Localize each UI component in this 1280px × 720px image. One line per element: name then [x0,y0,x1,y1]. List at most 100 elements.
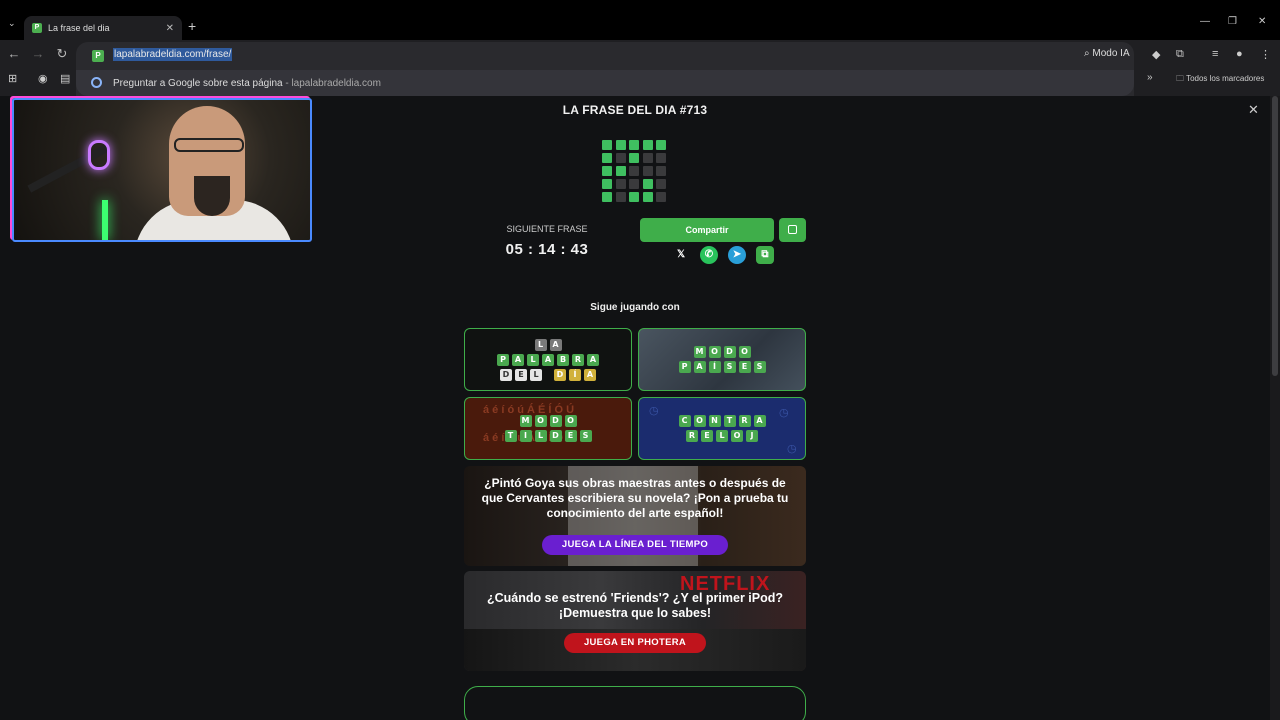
reload-icon[interactable]: ↻ [52,46,72,62]
letter-tile: E [738,361,751,373]
letter-tile: L [716,430,728,442]
address-bar-url[interactable]: lapalabradeldia.com/frase/ [113,48,233,61]
letter-tile: E [515,368,527,381]
letter-tile: D [500,368,512,381]
letter-tile: E [701,430,713,442]
page-scrollbar[interactable] [1270,96,1280,720]
tile-row: TILDES [504,430,592,442]
x-icon[interactable]: 𝕏 [672,246,690,264]
play-photera-button[interactable]: JUEGA EN PHOTERA [564,633,706,653]
grid-cell [629,179,639,189]
bookmark-site-icon[interactable]: ◉ [38,72,48,85]
tile-row: RELOJ [686,430,758,442]
grid-cell [642,179,653,189]
letter-tile: E [564,430,577,442]
next-game-card[interactable] [464,686,806,720]
grid-cell [656,140,666,150]
letter-tile: L [534,430,547,442]
grid-cell [615,179,626,189]
forward-icon[interactable]: → [28,46,48,61]
media-control-icon[interactable]: ≡ [1212,48,1218,60]
grid-cell [656,153,666,163]
letter-tile: M [519,415,532,427]
microphone [88,140,110,170]
apps-icon[interactable]: ⊞ [8,72,17,85]
play-timeline-button[interactable]: JUEGA LA LÍNEA DEL TIEMPO [542,535,728,555]
browser-tab[interactable]: P La frase del dia ✕ [24,16,182,40]
game-card-la-palabra-del-dia[interactable]: LAPALABRADELDÍA [464,328,632,391]
letter-tile: Í [708,361,721,373]
grid-cell [642,140,653,150]
back-icon[interactable]: ← [4,46,24,61]
letter-tile: D [549,430,562,442]
new-tab-icon[interactable]: + [188,18,196,34]
page-title: LA FRASE DEL DIA #713 [562,103,708,117]
game-card-contra-reloj[interactable]: ◷ ◷ ◷ CONTRARELOJ [638,397,806,460]
letter-tile: R [572,353,584,366]
letter-tile: S [579,430,592,442]
letter-tile: O [564,415,577,427]
promo-linea-del-tiempo[interactable]: ¿Pintó Goya sus obras maestras antes o d… [464,466,806,566]
game-card-modo-paises[interactable]: MODOPAÍSES [638,328,806,391]
tile-row: PAÍSES [678,361,766,373]
menu-icon[interactable]: ⋮ [1260,48,1271,61]
window-close-icon[interactable]: ✕ [1258,16,1266,27]
tab-title: La frase del dia [48,23,110,33]
square-icon [788,225,797,234]
browser-toolbar: ← → ↻ P lapalabradeldia.com/frase/ Pregu… [0,40,1280,136]
letter-tile: O [738,346,751,358]
telegram-icon[interactable]: ➤ [728,246,746,264]
letter-tile: M [693,346,706,358]
letter-tile [545,369,551,381]
maximize-icon[interactable]: ❐ [1228,16,1237,27]
letter-tile: A [753,415,766,427]
extensions-icon[interactable]: ⧉ [1176,48,1184,61]
letter-tile: S [753,361,766,373]
grid-cell [629,140,639,150]
letter-tile: C [678,415,691,427]
countdown-timer: 05 : 14 : 43 [505,241,589,258]
letter-tile: P [497,353,509,366]
bookmark-site-icon[interactable]: ▤ [60,72,70,85]
site-favicon-icon: P [92,50,104,62]
webcam-overlay [12,98,312,242]
grid-cell [615,153,626,163]
letter-tile: D [554,368,566,381]
letter-tile: P [678,361,691,373]
game-card-modo-tildes[interactable]: á é í ó ú Á É Í Ó Ú á é í ó ú Á É Í Ó Ú … [464,397,632,460]
browser-tab-bar: ⌄ P La frase del dia ✕ + — ❐ ✕ [0,0,1280,40]
next-phrase-label: SIGUIENTE FRASE [506,224,588,234]
keep-playing-heading: Sigue jugando con [590,302,680,313]
copy-square-button[interactable] [779,218,806,242]
share-button[interactable]: Compartir [640,218,774,242]
letter-tile: D [549,415,562,427]
promo-text: ¿Cuándo se estrenó 'Friends'? ¿Y el prim… [486,591,784,620]
all-bookmarks[interactable]: 🗀 Todos los marcadores [1176,73,1264,87]
grid-cell [629,153,639,163]
minimize-icon[interactable]: — [1200,16,1210,27]
copy-icon[interactable]: ⧉ [756,246,774,264]
scrollbar-thumb[interactable] [1272,96,1278,376]
whatsapp-icon[interactable]: ✆ [700,246,718,264]
tab-search-icon[interactable]: ⌄ [8,18,16,29]
letter-tile: O [708,346,721,358]
promo-text: ¿Pintó Goya sus obras maestras antes o d… [481,476,789,520]
letter-tile: A [587,353,599,366]
grid-cell [642,166,653,176]
grid-cell [642,153,653,163]
letter-tile: J [746,430,758,442]
tab-close-icon[interactable]: ✕ [166,23,174,34]
google-lens-icon [91,77,102,88]
omnibox-suggestion[interactable]: Preguntar a Google sobre esta página - l… [76,70,1134,96]
more-bookmarks-icon[interactable]: » [1147,72,1153,83]
letter-tile: T [723,415,736,427]
promo-photera[interactable]: NETFLIX ¿Cuándo se estrenó 'Friends'? ¿Y… [464,571,806,671]
ai-mode-button[interactable]: ⌕ Modo IA [1078,46,1136,61]
letter-tile: A [584,368,596,381]
tile-row: DELDÍA [500,368,596,381]
grid-cell [615,166,626,176]
tile-row: CONTRA [678,415,766,427]
gemini-icon[interactable]: ◆ [1152,48,1160,61]
suggestion-domain: - lapalabradeldia.com [282,78,381,89]
profile-avatar[interactable]: ● [1236,48,1243,60]
